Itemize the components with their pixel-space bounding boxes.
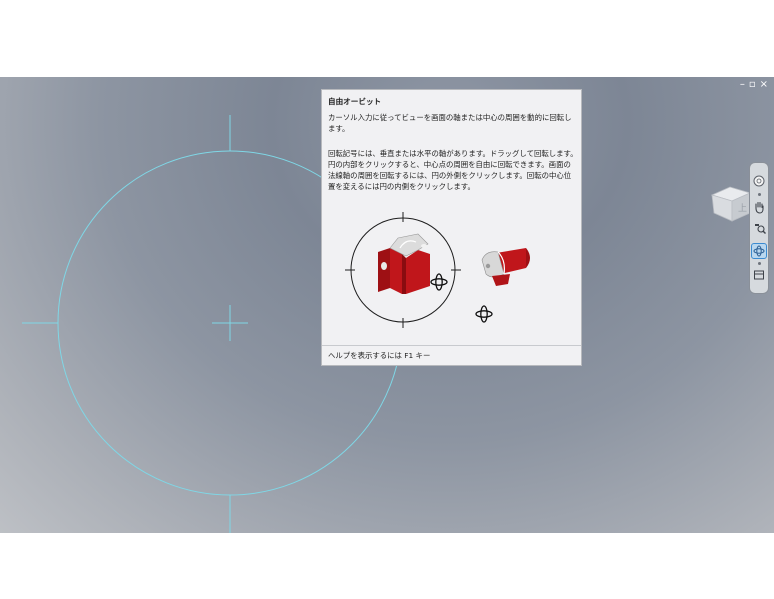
nav-separator	[758, 262, 761, 265]
zoom-button[interactable]	[751, 219, 767, 235]
nav-separator	[758, 193, 761, 196]
part-large	[378, 233, 430, 294]
tooltip-detail: 回転記号には、垂直または水平の軸があります。ドラッグして回転します。円の内部をク…	[328, 149, 578, 191]
minimize-button[interactable]: –	[740, 80, 745, 90]
orbit-cursor-icon	[430, 273, 448, 291]
tooltip-illustration	[345, 212, 530, 328]
tooltip-footer: ヘルプを表示するには F1 キー	[328, 351, 431, 360]
steering-wheel-button[interactable]	[751, 173, 767, 189]
part-small	[481, 248, 530, 286]
window-controls: – ▫ ×	[740, 80, 768, 90]
viewcube-face-label: 上	[738, 203, 747, 214]
free-orbit-tooltip: 自由オービット カーソル入力に従ってビューを画面の軸または中心の周囲を動的に回転…	[321, 89, 582, 366]
look-at-icon	[754, 270, 764, 280]
tooltip-description: カーソル入力に従ってビューを画面の軸または中心の周囲を動的に回転します。	[328, 113, 572, 133]
pan-button[interactable]	[751, 199, 767, 215]
free-orbit-button[interactable]	[751, 243, 767, 259]
zoom-icon	[754, 223, 766, 234]
orbit-cursor-icon	[475, 305, 493, 323]
tooltip-title: 自由オービット	[328, 97, 382, 106]
look-at-button[interactable]	[751, 267, 767, 283]
close-button[interactable]: ×	[760, 80, 768, 90]
hand-icon	[755, 201, 764, 214]
navigation-bar	[749, 162, 769, 294]
orbit-icon	[753, 245, 765, 257]
tooltip-divider	[322, 345, 581, 346]
restore-button[interactable]: ▫	[749, 80, 756, 90]
steering-wheel-icon	[753, 175, 765, 187]
